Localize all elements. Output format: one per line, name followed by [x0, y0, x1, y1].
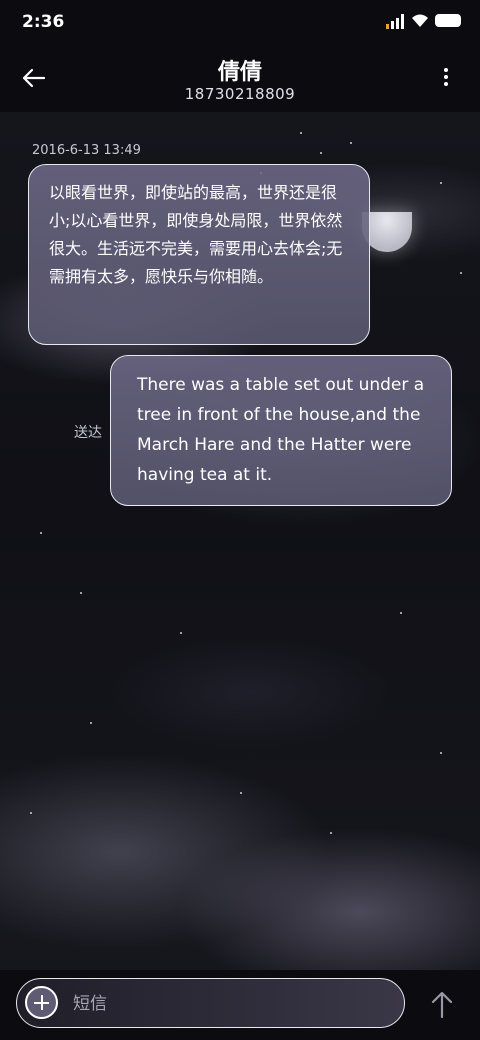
star-decoration [90, 722, 92, 724]
wifi-icon [412, 14, 428, 27]
arrow-up-icon[interactable] [428, 990, 456, 1020]
star-decoration [330, 832, 332, 834]
cellular-signal-icon [386, 14, 404, 29]
battery-icon [435, 14, 461, 27]
star-decoration [240, 792, 242, 794]
star-decoration [180, 632, 182, 634]
contact-phone-number: 18730218809 [184, 85, 296, 103]
more-vertical-icon[interactable] [438, 66, 454, 92]
star-decoration [460, 272, 462, 274]
clock: 2:36 [22, 12, 65, 32]
star-decoration [350, 142, 352, 144]
composer-bar [0, 970, 480, 1040]
star-decoration [440, 752, 442, 754]
star-decoration [320, 152, 322, 154]
outgoing-message-bubble[interactable]: There was a table set out under a tree i… [110, 355, 452, 506]
contact-name: 倩倩 [217, 60, 262, 85]
star-decoration [400, 612, 402, 614]
conversation-header: 倩倩 18730218809 [0, 44, 480, 112]
message-timestamp: 2016-6-13 13:49 [32, 143, 141, 158]
star-decoration [440, 182, 442, 184]
plus-icon[interactable] [25, 986, 58, 1019]
delivery-status: 送达 [74, 425, 102, 441]
status-bar: 2:36 [0, 0, 480, 44]
star-decoration [300, 132, 302, 134]
star-decoration [30, 812, 32, 814]
composer-pill [16, 978, 405, 1028]
incoming-message-bubble[interactable]: 以眼看世界，即使站的最高，世界还是很小;以心看世界，即使身处局限，世界依然很大。… [28, 164, 370, 345]
message-input[interactable] [71, 986, 395, 1022]
star-decoration [80, 592, 82, 594]
star-decoration [40, 532, 42, 534]
